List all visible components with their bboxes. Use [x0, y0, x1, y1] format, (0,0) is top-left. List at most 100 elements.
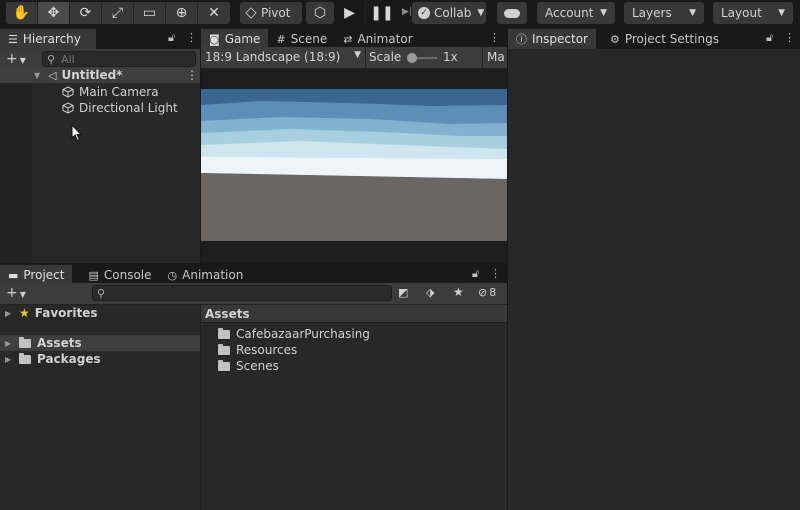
scale-slider[interactable] — [407, 53, 437, 63]
folder-icon: ▬ — [8, 268, 19, 282]
account-dropdown[interactable]: Account ▼ — [537, 2, 615, 24]
cloud-icon — [504, 8, 520, 18]
project-folder-tree: ▶ ★ Favorites ▶ Assets ▶ Packages — [0, 305, 200, 510]
info-icon: ⓘ — [516, 33, 527, 46]
transform-tool-icon[interactable]: ⊕ — [166, 2, 198, 24]
project-assets-view: Assets CafebazaarPurchasing Resources Sc… — [201, 305, 507, 510]
more-options-icon[interactable]: ⋮ — [186, 31, 197, 44]
add-object-button[interactable]: + ▼ — [6, 51, 26, 67]
tab-scene[interactable]: # Scene — [268, 29, 335, 49]
global-toggle[interactable]: ⬡ — [306, 2, 334, 24]
asset-item-resources[interactable]: Resources — [218, 342, 297, 358]
collab-dropdown[interactable]: ✓ Collab ▼ — [412, 2, 486, 24]
more-options-icon[interactable]: ⋮ — [489, 31, 500, 44]
gameobject-cube-icon — [62, 86, 74, 98]
tree-item-label: Favorites — [34, 306, 98, 320]
game-viewport-render — [201, 89, 507, 241]
search-placeholder: All — [61, 52, 75, 66]
tab-animator[interactable]: ⇄ Animator — [335, 29, 420, 49]
pivot-label: Pivot — [261, 6, 291, 20]
scene-more-icon[interactable]: ⋮ — [186, 68, 198, 82]
rotate-tool-icon[interactable]: ⟳ — [70, 2, 102, 24]
mouse-cursor-icon — [71, 124, 83, 142]
play-button-icon[interactable]: ▶ — [334, 2, 366, 24]
fold-arrow-icon[interactable]: ▼ — [34, 71, 42, 80]
fold-arrow-icon[interactable]: ▶ — [5, 339, 13, 348]
tab-project[interactable]: ▬ Project — [0, 265, 73, 285]
scale-tool-icon[interactable]: ⤢ — [102, 2, 134, 24]
chevron-down-icon: ▼ — [354, 50, 361, 60]
clock-icon: ◷ — [167, 268, 178, 282]
more-options-icon[interactable]: ⋮ — [784, 31, 795, 44]
project-panel: ▬ Project ▤ Console ◷ Animation 🔓︎ ⋮ + ▼ … — [0, 265, 507, 510]
lock-icon[interactable]: 🔓︎ — [168, 31, 175, 45]
project-tabbar: ▬ Project ▤ Console ◷ Animation — [0, 265, 507, 285]
tab-animation-label: Animation — [182, 268, 244, 282]
scene-name: Untitled* — [61, 68, 123, 82]
global-cube-icon: ⬡ — [313, 5, 327, 21]
maximize-button[interactable]: Ma — [487, 50, 505, 64]
tab-console[interactable]: ▤ Console — [80, 265, 159, 285]
layers-dropdown[interactable]: Layers ▼ — [624, 2, 704, 24]
hierarchy-gutter — [0, 71, 32, 263]
console-icon: ▤ — [88, 268, 99, 282]
step-button-icon[interactable]: ▶| — [402, 7, 412, 17]
more-options-icon[interactable]: ⋮ — [490, 267, 501, 280]
rect-tool-icon[interactable]: ▭ — [134, 2, 166, 24]
tab-project-settings[interactable]: ⚙ Project Settings — [602, 29, 727, 49]
layout-label: Layout — [721, 6, 762, 20]
collab-label: Collab — [434, 6, 472, 20]
hierarchy-search-input[interactable]: ⚲ All — [42, 51, 196, 67]
aspect-label: 18:9 Landscape (18:9) — [205, 50, 341, 64]
eye-slash-icon: ⊘ — [478, 286, 488, 299]
main-toolbar: ✋ ✥ ⟳ ⤢ ▭ ⊕ ✕ Pivot ⬡ ▶ ❚❚ ▶| ✓ Collab ▼… — [0, 0, 800, 28]
folder-icon — [19, 352, 31, 364]
filter-by-label-icon[interactable]: ⬗ — [426, 286, 434, 299]
chevron-down-icon: ▼ — [600, 8, 607, 18]
game-tabbar: ◙ Game # Scene ⇄ Animator — [201, 29, 507, 49]
create-asset-button[interactable]: + ▼ — [6, 285, 26, 301]
lock-icon[interactable]: 🔓︎ — [472, 267, 479, 281]
list-icon: ☰ — [8, 32, 18, 46]
assets-breadcrumb-label: Assets — [205, 306, 250, 321]
lock-icon[interactable]: 🔓︎ — [766, 31, 773, 45]
asset-item-cafebazaarpurchasing[interactable]: CafebazaarPurchasing — [218, 326, 370, 342]
tab-animation[interactable]: ◷ Animation — [160, 265, 252, 285]
favorite-star-icon[interactable]: ★ — [453, 285, 464, 299]
hidden-packages-toggle[interactable]: ⊘ 8 — [478, 286, 496, 299]
star-icon: ★ — [19, 306, 30, 320]
tree-item-assets[interactable]: ▶ Assets — [0, 335, 200, 351]
custom-tool-icon[interactable]: ✕ — [198, 2, 230, 24]
asset-item-scenes[interactable]: Scenes — [218, 358, 279, 374]
tree-item-label: Packages — [37, 352, 101, 366]
game-viewport[interactable] — [201, 89, 507, 241]
folder-icon — [218, 327, 230, 339]
pivot-toggle[interactable]: Pivot — [240, 2, 302, 24]
hierarchy-item-main-camera[interactable]: Main Camera — [62, 84, 159, 100]
hierarchy-item-directional-light[interactable]: Directional Light — [62, 100, 178, 116]
cloud-button[interactable] — [497, 2, 527, 24]
tab-inspector[interactable]: ⓘ Inspector — [508, 29, 596, 49]
tab-hierarchy[interactable]: ☰ Hierarchy — [0, 29, 96, 49]
project-search-input[interactable]: ⚲ — [92, 285, 392, 301]
grid-icon: # — [276, 32, 286, 46]
pause-button-icon[interactable]: ❚❚ — [366, 2, 398, 24]
play-controls: ▶ ❚❚ — [334, 2, 398, 24]
tab-project-label: Project — [23, 268, 65, 282]
assets-breadcrumb[interactable]: Assets — [201, 305, 507, 323]
tab-scene-label: Scene — [290, 32, 328, 46]
hierarchy-panel: ☰ Hierarchy 🔓︎ ⋮ + ▼ ⚲ All ▼ ◁ Untitled* … — [0, 29, 200, 263]
aspect-dropdown[interactable]: 18:9 Landscape (18:9) ▼ — [205, 50, 361, 64]
layout-dropdown[interactable]: Layout ▼ — [713, 2, 793, 24]
hand-tool-icon[interactable]: ✋ — [6, 2, 38, 24]
fold-arrow-icon[interactable]: ▶ — [5, 309, 13, 318]
tab-game[interactable]: ◙ Game — [201, 29, 269, 49]
tree-item-packages[interactable]: ▶ Packages — [0, 351, 200, 367]
scale-value: 1x — [443, 50, 458, 64]
gamepad-icon: ◙ — [209, 32, 220, 46]
fold-arrow-icon[interactable]: ▶ — [5, 355, 13, 364]
move-tool-icon[interactable]: ✥ — [38, 2, 70, 24]
filter-by-type-icon[interactable]: ◩ — [398, 286, 408, 299]
scene-row-untitled[interactable]: ▼ ◁ Untitled* ⋮ — [0, 67, 200, 83]
tree-item-favorites[interactable]: ▶ ★ Favorites — [0, 305, 200, 321]
